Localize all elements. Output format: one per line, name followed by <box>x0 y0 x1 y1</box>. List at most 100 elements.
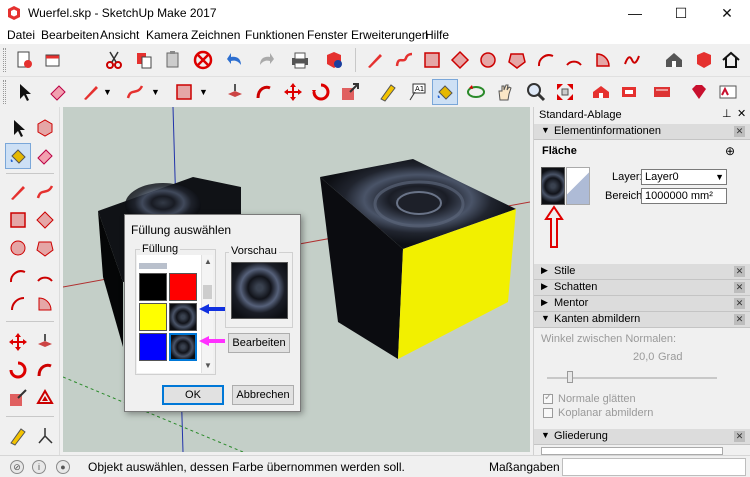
select-tool-icon[interactable] <box>5 115 31 141</box>
eraser-icon[interactable] <box>45 79 71 105</box>
menu-hilfe[interactable]: Hilfe <box>425 28 449 42</box>
arc-2pt-icon[interactable] <box>533 47 559 73</box>
component-icon[interactable] <box>32 115 58 141</box>
model-info-icon[interactable] <box>321 47 347 73</box>
swatch-texture-selected[interactable] <box>169 333 197 361</box>
tape-icon[interactable] <box>375 79 401 105</box>
rectangle-icon[interactable] <box>419 47 445 73</box>
3d-warehouse-icon[interactable] <box>649 79 675 105</box>
menu-funktionen[interactable]: Funktionen <box>245 28 304 42</box>
menu-zeichnen[interactable]: Zeichnen <box>191 28 240 42</box>
swatch-red[interactable] <box>169 273 197 301</box>
panel-close-icon[interactable]: ✕ <box>734 126 745 137</box>
offset-tool-icon[interactable] <box>32 385 58 411</box>
line-dropdown-icon[interactable]: ▼ <box>103 87 112 97</box>
scale-tool-icon[interactable] <box>5 385 31 411</box>
freehand-tool-icon[interactable] <box>32 179 58 205</box>
arc-tool-icon[interactable] <box>5 263 31 289</box>
push-pull-tool-icon[interactable] <box>32 329 58 355</box>
scroll-up-icon[interactable]: ▲ <box>204 257 212 266</box>
rectangle-tool-icon[interactable] <box>5 207 31 233</box>
panel-close-icon[interactable]: ✕ <box>734 314 745 325</box>
circle-tool-icon[interactable] <box>5 235 31 261</box>
follow-me-icon[interactable] <box>251 79 277 105</box>
panel-close-icon[interactable]: ✕ <box>734 266 745 277</box>
panel-close-icon[interactable]: ✕ <box>734 431 745 442</box>
new-icon[interactable] <box>11 47 37 73</box>
menu-ansicht[interactable]: Ansicht <box>100 28 139 42</box>
panel-close-icon[interactable]: ✕ <box>734 298 745 309</box>
polygon-tool-icon[interactable] <box>32 235 58 261</box>
cancel-button[interactable]: Abbrechen <box>232 385 294 405</box>
swatch-partial[interactable] <box>169 263 197 269</box>
front-material-swatch[interactable] <box>541 167 565 205</box>
swatch-yellow[interactable] <box>139 303 167 331</box>
extension-icon[interactable] <box>691 47 717 73</box>
erase-icon[interactable] <box>190 47 216 73</box>
cut-icon[interactable] <box>101 47 127 73</box>
warehouse-icon[interactable] <box>661 47 687 73</box>
ok-button[interactable]: OK <box>162 385 224 405</box>
user-icon[interactable]: ● <box>56 460 70 474</box>
rotated-rectangle-icon[interactable] <box>447 47 473 73</box>
home-icon[interactable] <box>718 47 744 73</box>
tray-close-icon[interactable]: ✕ <box>737 107 746 120</box>
pin-icon[interactable]: ⊥ <box>722 107 732 120</box>
swatch-blue[interactable] <box>139 333 167 361</box>
zoom-extents-icon[interactable] <box>552 79 578 105</box>
rotated-rectangle-tool-icon[interactable] <box>32 207 58 233</box>
polygon-icon[interactable] <box>504 47 530 73</box>
details-icon[interactable]: ⊕ <box>725 144 735 158</box>
tape-tool-icon[interactable] <box>5 423 31 449</box>
shape-dropdown-icon[interactable]: ▼ <box>199 87 208 97</box>
edit-button[interactable]: Bearbeiten <box>228 333 290 353</box>
circle-icon[interactable] <box>475 47 501 73</box>
arc-3pt-icon[interactable] <box>561 47 587 73</box>
scroll-thumb[interactable] <box>203 285 212 299</box>
geo-location-icon[interactable]: ⊘ <box>10 460 24 474</box>
zoom-icon[interactable] <box>523 79 549 105</box>
shape-icon[interactable] <box>171 79 197 105</box>
panel-shadows-header[interactable]: ▶ Schatten ✕ <box>534 280 750 296</box>
cube-right[interactable] <box>320 159 516 359</box>
line-icon[interactable] <box>78 79 104 105</box>
scroll-down-icon[interactable]: ▼ <box>204 361 212 370</box>
print-icon[interactable] <box>287 47 313 73</box>
angle-slider-thumb[interactable] <box>567 371 573 383</box>
scale-icon[interactable] <box>337 79 363 105</box>
menu-fenster[interactable]: Fenster <box>307 28 348 42</box>
menu-kamera[interactable]: Kamera <box>146 28 188 42</box>
menu-erweiterungen[interactable]: Erweiterungen <box>351 28 428 42</box>
toolbar-grip[interactable] <box>3 80 6 104</box>
eraser-tool-icon[interactable] <box>32 143 58 169</box>
toolbar-grip[interactable] <box>3 48 6 72</box>
arc-icon[interactable] <box>391 47 417 73</box>
line-tool-icon[interactable] <box>5 179 31 205</box>
previous-view-icon[interactable] <box>588 79 614 105</box>
pencil-icon[interactable] <box>362 47 388 73</box>
rotate-tool-icon[interactable] <box>5 357 31 383</box>
back-material-swatch[interactable] <box>566 167 590 205</box>
ruby-icon[interactable] <box>686 79 712 105</box>
next-view-icon[interactable] <box>616 79 642 105</box>
swatch-texture[interactable] <box>169 303 197 331</box>
measurements-field[interactable] <box>562 458 746 476</box>
move-icon[interactable] <box>280 79 306 105</box>
push-pull-icon[interactable] <box>222 79 248 105</box>
copy-icon[interactable] <box>131 47 157 73</box>
freehand-line-icon[interactable] <box>122 79 148 105</box>
close-button[interactable]: ✕ <box>704 0 750 26</box>
menu-bearbeiten[interactable]: Bearbeiten <box>41 28 99 42</box>
pie-icon[interactable] <box>590 47 616 73</box>
undo-icon[interactable] <box>223 47 249 73</box>
maximize-button[interactable]: ☐ <box>658 0 704 26</box>
follow-me-tool-icon[interactable] <box>32 357 58 383</box>
rotate-icon[interactable] <box>308 79 334 105</box>
panel-entity-info-header[interactable]: ▼ Elementinformationen ✕ <box>534 124 750 140</box>
paint-tool-icon[interactable] <box>5 143 31 169</box>
panel-outliner-header[interactable]: ▼ Gliederung ✕ <box>534 429 750 445</box>
arc-2pt-tool-icon[interactable] <box>32 263 58 289</box>
panel-close-icon[interactable]: ✕ <box>734 282 745 293</box>
panel-mentor-header[interactable]: ▶ Mentor ✕ <box>534 296 750 312</box>
ruby-console-icon[interactable] <box>715 79 741 105</box>
